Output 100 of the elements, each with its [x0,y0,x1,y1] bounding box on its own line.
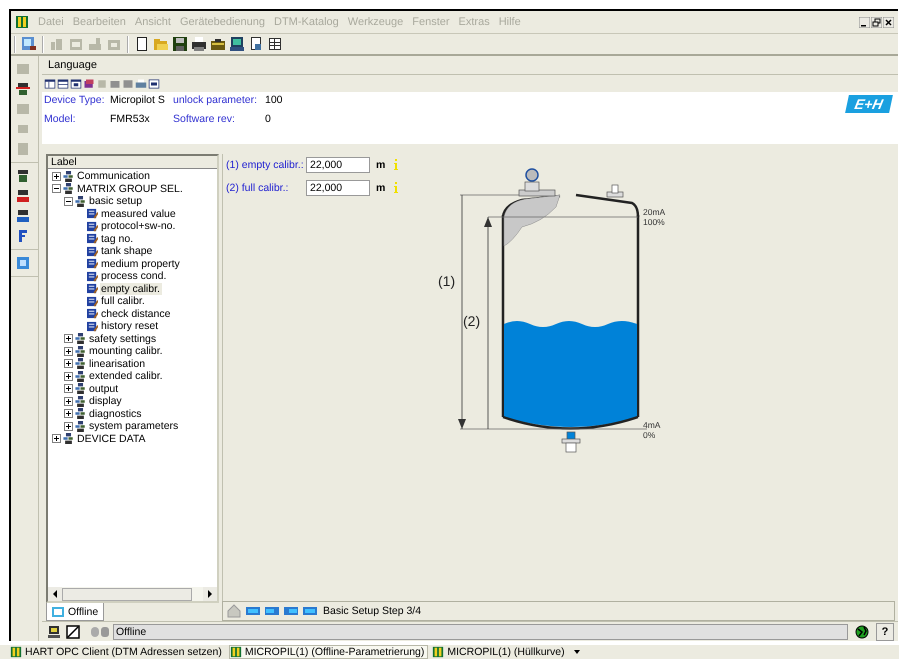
scale-label: 100% [643,217,665,227]
info-label: Device Type: [44,94,106,106]
close-icon[interactable] [883,16,894,28]
tree-item[interactable]: MATRIX GROUP SEL. [76,182,185,195]
taskbar-item[interactable]: MICROPIL(1) (Offline-Parametrierung) [228,645,428,659]
scroll-left-icon[interactable] [48,587,62,601]
parameter-icon [87,208,98,220]
expand-icon[interactable] [64,409,73,418]
parameter-icon [87,270,98,282]
checkbox-icon[interactable] [65,624,81,640]
tree-item[interactable]: mounting calibr. [88,345,165,358]
network-icon[interactable] [15,81,31,97]
unit-label: m [376,159,386,171]
restore-icon[interactable] [871,16,882,28]
tree-item[interactable]: empty calibr. [100,282,162,295]
expand-icon[interactable] [64,396,73,406]
collapse-icon[interactable] [64,196,73,206]
tree-item[interactable]: extended calibr. [88,370,165,382]
dtm-icon[interactable] [148,78,160,90]
tree-item[interactable]: system parameters [88,420,180,432]
expand-icon[interactable] [52,172,61,181]
minimize-icon[interactable] [859,16,870,28]
expand-icon[interactable] [64,334,73,344]
app-icon [15,15,29,29]
scrollbar-thumb[interactable] [62,588,192,600]
network-icon [63,433,74,444]
scale-label: 20mA [643,207,666,217]
tree-item[interactable]: DEVICE DATA [76,432,148,445]
network-icon [75,346,86,357]
layout-icon[interactable] [70,78,82,90]
tree-item[interactable]: full calibr. [100,295,147,308]
network-icon [75,196,86,207]
parameter-icon [87,320,98,332]
info-value: FMR53x [110,113,151,125]
expand-icon[interactable] [64,384,73,394]
field-label: (1) empty calibr.: [226,159,305,171]
box-icon[interactable] [122,78,134,90]
connection-icon [90,624,110,638]
computer-icon[interactable] [46,624,62,640]
magnifier-icon[interactable] [21,36,37,52]
input-field[interactable]: 22,000 [306,180,370,196]
tree-item[interactable]: diagnostics [88,408,144,420]
input-field[interactable]: 22,000 [306,157,370,173]
save-icon[interactable] [172,36,188,52]
expand-icon[interactable] [64,372,73,381]
taskbar-item[interactable]: MICROPIL(1) (Hüllkurve) [432,646,568,658]
dimension-label: (1) [438,273,456,289]
offline-icon [52,606,64,616]
monitor-icon[interactable] [229,36,245,52]
parameter-icon [87,258,98,270]
tree-item[interactable]: measured value [100,208,178,220]
scale-label: 4mA [643,420,660,430]
tree-item[interactable]: check distance [100,308,172,320]
tree-item[interactable]: medium property [100,258,182,270]
info-label: unlock parameter: [173,94,258,106]
table-icon[interactable] [267,36,283,52]
network-icon [75,383,86,394]
taskbar-item[interactable]: HART OPC Client (DTM Adressen setzen) [10,646,225,658]
status-field: Offline [113,624,848,640]
parameter-icon [87,308,98,320]
info-value: 100 [265,94,283,106]
layout-icon[interactable] [57,78,69,90]
parameter-icon [87,220,98,232]
expand-icon[interactable] [64,359,73,368]
expand-icon[interactable] [52,434,61,444]
tree-item[interactable]: basic setup [88,195,144,208]
network-icon [63,170,74,182]
info-label: Model: [44,113,77,125]
briefcase-icon[interactable] [210,36,226,52]
scroll-right-icon[interactable] [203,587,217,601]
step-label: Basic Setup Step 3/4 [323,605,422,617]
book-icon[interactable] [83,78,95,90]
tree-item[interactable]: display [88,395,124,408]
caret-icon[interactable] [574,650,580,654]
tree-item[interactable]: linearisation [88,358,148,370]
new-document-icon[interactable] [134,36,150,52]
view-tab[interactable]: Offline [46,603,104,621]
collapse-icon[interactable] [52,184,61,194]
layout-icon[interactable] [44,78,56,90]
tree-item[interactable]: safety settings [88,332,158,345]
info-value: 0 [265,113,272,125]
network-icon [75,420,86,432]
network-icon [75,370,86,382]
help-button[interactable]: ? [876,622,894,640]
tree-item[interactable]: tank shape [100,245,154,258]
tree-item[interactable]: protocol+sw-no. [100,220,178,232]
tree-item[interactable]: Communication [76,170,152,182]
printer-icon[interactable] [191,36,207,52]
network-icon [75,396,86,407]
network-icon[interactable] [15,168,31,184]
tree-item[interactable]: tag no. [100,232,136,245]
expand-icon[interactable] [64,422,73,431]
app-icon [230,646,242,658]
tree-item[interactable]: output [88,382,120,395]
expand-icon[interactable] [64,346,73,356]
tree-item[interactable]: history reset [100,320,160,332]
tree-item[interactable]: process cond. [100,270,168,282]
parameter-icon [87,283,98,294]
app-icon [432,646,444,658]
field-label: (2) full calibr.: [226,182,290,194]
